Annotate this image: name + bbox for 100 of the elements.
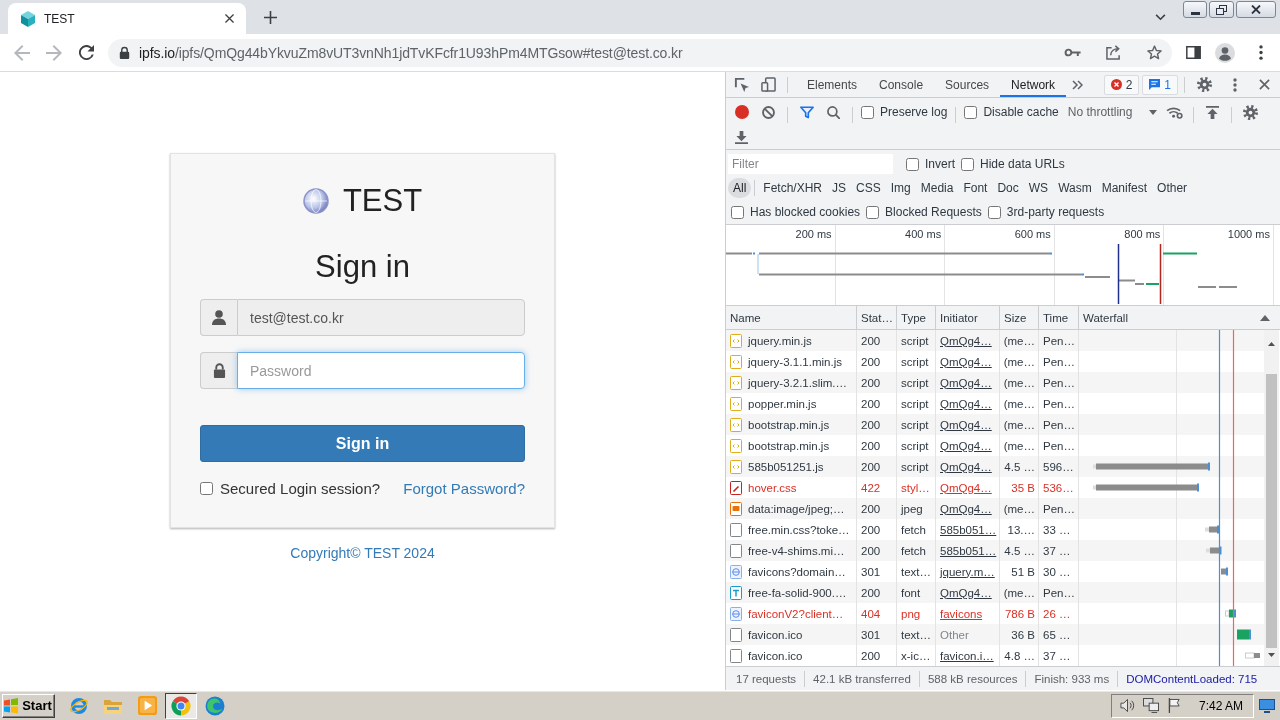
toolbar-checkbox[interactable] xyxy=(861,105,874,119)
column-header[interactable]: Type xyxy=(901,311,926,324)
size-value: 13.… xyxy=(1007,523,1035,536)
initiator-link[interactable]: 585b051… xyxy=(940,544,997,557)
checkbox-label[interactable]: Blocked Requests xyxy=(885,205,982,219)
type-filter-button[interactable]: CSS xyxy=(851,178,886,198)
sort-up-icon xyxy=(1260,314,1270,321)
file-name: 585b051251.js xyxy=(748,460,824,473)
cube-icon xyxy=(21,10,35,27)
column-header[interactable]: Size xyxy=(1004,311,1027,324)
column-header[interactable]: Waterfall xyxy=(1083,311,1128,324)
type-filter-button[interactable]: Manifest xyxy=(1096,178,1153,198)
email-field[interactable]: test@test.co.kr xyxy=(237,299,525,336)
initiator-link[interactable]: favicons xyxy=(940,607,983,620)
initiator-link[interactable]: QmQg4… xyxy=(940,502,992,515)
file-name: data:image/jpeg;… xyxy=(748,502,845,515)
initiator-link[interactable]: QmQg4… xyxy=(940,376,992,389)
time-value: 536… xyxy=(1043,481,1074,494)
request-row[interactable]: jquery.min.js 200 script QmQg4… (me… Pen… xyxy=(726,330,1079,351)
request-count: 17 requests xyxy=(736,672,797,685)
initiator-link[interactable]: QmQg4… xyxy=(940,481,992,494)
initiator-link[interactable]: QmQg4… xyxy=(940,397,992,410)
toolbar-checkbox[interactable] xyxy=(964,105,978,119)
restore-button[interactable] xyxy=(1209,1,1234,18)
request-row[interactable]: bootstrap.min.js 200 script QmQg4… (me… Pen… xyxy=(726,414,1079,435)
file-name: favicons?domain… xyxy=(748,565,846,578)
column-header[interactable]: Time xyxy=(1043,311,1069,324)
circle-x-icon xyxy=(1110,79,1122,90)
panel-tab[interactable]: Sources xyxy=(934,72,1001,97)
request-row[interactable]: free-v4-shims.mi… 200 fetch 585b051… 4.5 … 37 … xyxy=(726,540,1079,561)
initiator-link[interactable]: jquery.m… xyxy=(940,565,995,578)
request-filter-checkbox[interactable] xyxy=(987,205,1001,219)
initiator-link[interactable]: QmQg4… xyxy=(940,334,992,347)
filter-checkbox[interactable] xyxy=(961,157,974,171)
checkbox-label[interactable]: Disable cache xyxy=(983,105,1059,119)
initiator-link[interactable]: QmQg4… xyxy=(940,460,992,473)
request-row[interactable]: jquery-3.2.1.slim.… 200 script QmQg4… (me… Pen… xyxy=(726,372,1079,393)
error-count-badge[interactable]: 2 xyxy=(1103,74,1140,95)
type-filter-button[interactable]: Fetch/XHR xyxy=(758,178,828,198)
panel-tab[interactable]: Console xyxy=(868,72,935,97)
four-pane-flag-icon xyxy=(3,697,20,714)
initiator-link[interactable]: 585b051… xyxy=(940,523,997,536)
close-window-button[interactable] xyxy=(1236,1,1276,18)
request-row[interactable]: data:image/jpeg;… 200 jpeg QmQg4… (me… Pen… xyxy=(726,498,1079,519)
sign-in-button[interactable]: Sign in xyxy=(200,425,525,462)
type-filter-button[interactable]: WS xyxy=(1023,178,1054,198)
start-button[interactable]: Start xyxy=(2,693,55,718)
filter-checkbox[interactable] xyxy=(906,157,919,171)
script-file-icon xyxy=(730,459,742,474)
type-filter-button[interactable]: Other xyxy=(1152,178,1193,198)
time-value: Pen… xyxy=(1043,334,1075,347)
checkbox-label[interactable]: 3rd-party requests xyxy=(1006,205,1105,219)
initiator-link[interactable]: QmQg4… xyxy=(940,355,992,368)
taskbar-app-button[interactable] xyxy=(165,692,197,719)
checkbox-label[interactable]: Secured Login session? xyxy=(220,479,381,497)
request-filter-checkbox[interactable] xyxy=(731,205,744,219)
message-count-badge[interactable]: 1 xyxy=(1142,74,1178,95)
throttling-select[interactable]: No throttling xyxy=(1063,98,1161,126)
initiator-link[interactable]: QmQg4… xyxy=(940,586,992,599)
size-value: 4.8 … xyxy=(1004,649,1035,662)
file-name: bootstrap.min.js xyxy=(748,418,830,431)
transferred-size: 42.1 kB transferred xyxy=(813,672,911,685)
type-filter-button[interactable]: JS xyxy=(827,178,852,198)
time-value: 65 … xyxy=(1043,628,1071,641)
type-filter-button[interactable]: Img xyxy=(885,178,916,198)
file-icon xyxy=(730,627,742,642)
checkbox-label[interactable]: Has blocked cookies xyxy=(750,205,861,219)
password-field[interactable]: Password xyxy=(237,352,525,389)
time-value: 33 … xyxy=(1043,523,1071,536)
forgot-password-link[interactable]: Forgot Password? xyxy=(403,479,525,497)
filter-field[interactable]: Filter xyxy=(728,154,893,174)
size-value: (me… xyxy=(1003,376,1035,389)
script-file-icon xyxy=(730,333,742,348)
type-filter-button[interactable]: Doc xyxy=(992,178,1024,198)
checkbox-label[interactable]: Hide data URLs xyxy=(980,157,1065,171)
initiator-link[interactable]: favicon.i… xyxy=(940,649,994,662)
column-header[interactable]: Initiator xyxy=(940,311,978,324)
checkbox-label[interactable]: Invert xyxy=(925,157,955,171)
minimize-button[interactable] xyxy=(1183,1,1207,18)
type-filter-button[interactable]: Media xyxy=(915,178,959,198)
request-filter-checkbox[interactable] xyxy=(866,205,880,219)
type-filter-button[interactable]: All xyxy=(728,178,752,198)
panel-tab[interactable]: Elements xyxy=(796,72,869,97)
resource-type: script xyxy=(901,334,929,347)
type-filter-button[interactable]: Wasm xyxy=(1053,178,1097,198)
remember-checkbox[interactable] xyxy=(200,481,213,495)
column-header[interactable]: Name xyxy=(730,311,761,324)
browser-tab[interactable]: TEST xyxy=(8,3,246,34)
address-bar[interactable]: ipfs.io/ipfs/QmQg44bYkvuZm8vUT3vnNh1jdTvKFcfr1U93hPm4MTGsow#test@test.co.kr xyxy=(108,38,1172,67)
size-value: (me… xyxy=(1003,334,1035,347)
initiator-link[interactable]: QmQg4… xyxy=(940,418,992,431)
time-value: Pen… xyxy=(1043,418,1075,431)
column-header[interactable]: Stat… xyxy=(861,311,893,324)
request-row[interactable]: free-fa-solid-900.… 200 font QmQg4… (me… Pen… xyxy=(726,582,1079,603)
type-filter-button[interactable]: Font xyxy=(958,178,993,198)
request-row[interactable]: favicon.ico 301 text… Other 36 B 65 … xyxy=(726,624,1079,645)
status-code: 200 xyxy=(861,376,881,389)
initiator-link[interactable]: QmQg4… xyxy=(940,439,992,452)
checkbox-label[interactable]: Preserve log xyxy=(880,105,948,119)
request-row[interactable]: 585b051251.js 200 script QmQg4… 4.5 … 596… xyxy=(726,456,1079,477)
